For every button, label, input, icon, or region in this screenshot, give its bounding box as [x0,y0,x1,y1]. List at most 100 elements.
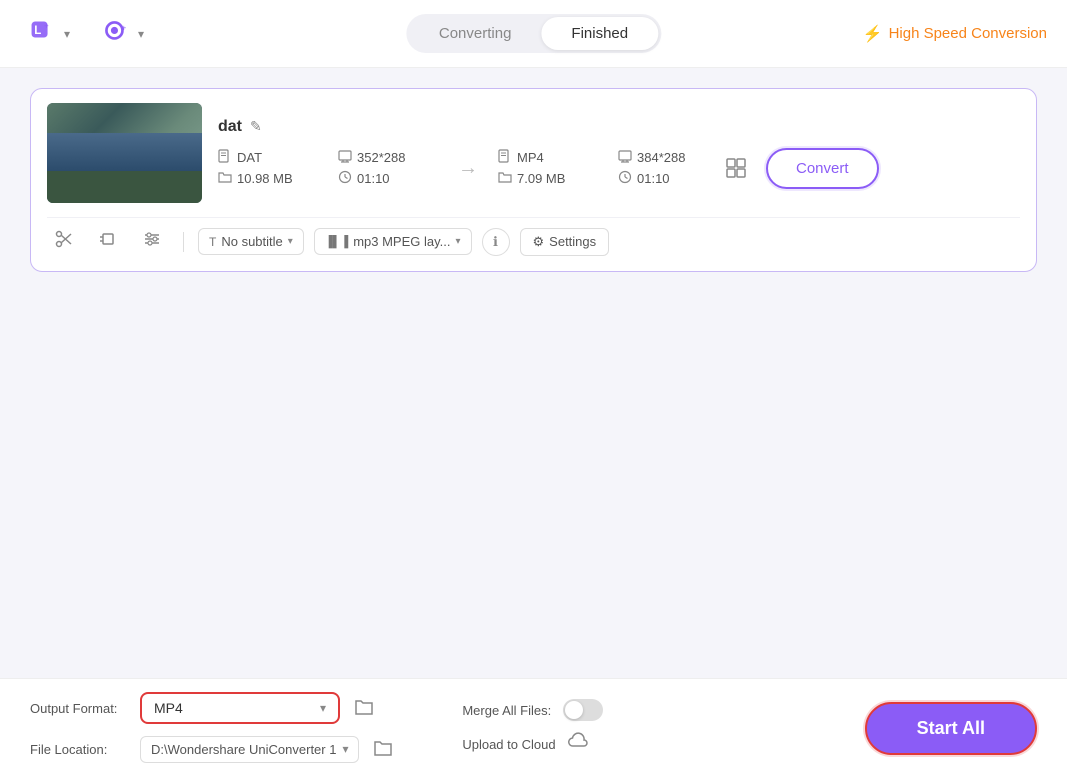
audio-chevron: ▾ [455,236,460,247]
target-resolution: 384*288 [637,150,685,165]
scissors-icon [55,230,73,248]
file-location-folder-button[interactable] [369,733,397,766]
format-chevron: ▾ [320,701,326,715]
logo2-icon: + [102,18,134,50]
output-format-label: Output Format: [30,701,130,716]
conversion-arrow: → [458,157,478,180]
target-meta: MP4 7.09 MB [498,149,618,187]
crop-icon [99,230,117,248]
tab-converting[interactable]: Converting [409,17,542,50]
file-name: dat [218,118,242,136]
subtitle-label: No subtitle [221,234,282,249]
merge-label: Merge All Files: [462,703,551,718]
start-all-button[interactable]: Start All [865,702,1037,755]
file-location-select[interactable]: D:\Wondershare UniConverter 1 ▾ [140,736,359,763]
file-card-bottom: T No subtitle ▾ ▐▌▐ mp3 MPEG lay... ▾ ℹ … [47,217,1020,257]
audio-icon: ▐▌▐ [325,236,348,248]
file-location-value: D:\Wondershare UniConverter 1 [151,742,336,757]
settings-label: Settings [549,234,596,249]
high-speed-label: High Speed Conversion [889,25,1047,42]
file-name-row: dat ✎ [218,118,1020,136]
bottom-left: Output Format: MP4 ▾ File Location: D:\W… [30,692,432,766]
logo2-button[interactable]: + ▾ [94,14,152,54]
file-info: dat ✎ DAT [218,118,1020,189]
target-duration: 01:10 [637,171,670,186]
target-resolution-icon [618,149,632,166]
target-duration-row: 01:10 [618,170,718,187]
target-size-row: 7.09 MB [498,170,618,187]
tab-finished[interactable]: Finished [541,17,658,50]
crop-button[interactable] [91,226,125,257]
source-format-row: DAT [218,149,338,166]
source-meta: DAT 10.98 MB [218,149,338,187]
bottom-bar: Output Format: MP4 ▾ File Location: D:\W… [0,678,1067,778]
target-folder-icon [498,170,512,187]
upload-cloud-button[interactable] [568,731,590,758]
settings-button[interactable]: ⚙ Settings [520,228,610,256]
svg-text:L: L [34,25,41,37]
source-duration: 01:10 [357,171,390,186]
settings-icon [725,157,747,179]
target-file-icon [498,149,512,166]
divider-1 [183,232,184,252]
cloud-row: Upload to Cloud [462,731,864,758]
logo1-icon: L + [28,18,60,50]
audio-select[interactable]: ▐▌▐ mp3 MPEG lay... ▾ [314,228,472,255]
header-left: L + ▾ + ▾ [20,14,152,54]
logo1-dropdown: ▾ [64,27,70,41]
subtitle-text-icon: T [209,235,216,249]
file-settings-icon-button[interactable] [718,150,754,186]
bottom-right: Start All [865,702,1037,755]
audio-label: mp3 MPEG lay... [353,234,450,249]
folder-icon [218,170,232,187]
bottom-middle: Merge All Files: Upload to Cloud [432,699,864,758]
high-speed-button[interactable]: ⚡ High Speed Conversion [863,24,1047,44]
svg-text:+: + [44,21,49,30]
target-clock-icon [618,170,632,187]
merge-toggle[interactable] [563,699,603,721]
logo1-button[interactable]: L + ▾ [20,14,78,54]
source-resolution: 352*288 [357,150,405,165]
file-thumbnail [47,103,202,203]
gear-icon: ⚙ [533,234,545,250]
source-resolution-row: 352*288 [338,149,438,166]
clock-icon [338,170,352,187]
upload-cloud-label: Upload to Cloud [462,737,555,752]
source-duration-row: 01:10 [338,170,438,187]
tab-switcher: Converting Finished [406,14,661,53]
logo2-dropdown: ▾ [138,27,144,41]
trim-button[interactable] [47,226,81,257]
target-format: MP4 [517,150,544,165]
target-meta-2: 384*288 01:10 [618,149,718,187]
output-format-folder-button[interactable] [350,692,378,725]
file-card-top: dat ✎ DAT [47,103,1020,203]
subtitle-select[interactable]: T No subtitle ▾ [198,228,304,255]
main-content: dat ✎ DAT [0,68,1067,678]
subtitle-chevron: ▾ [288,236,293,247]
source-meta-2: 352*288 01:10 [338,149,438,187]
file-location-row: File Location: D:\Wondershare UniConvert… [30,733,432,766]
effects-button[interactable] [135,226,169,257]
edit-icon[interactable]: ✎ [250,118,262,135]
effects-icon [143,230,161,248]
thumbnail-image [47,103,202,203]
source-size-row: 10.98 MB [218,170,338,187]
source-size: 10.98 MB [237,171,293,186]
location-folder-icon [373,737,393,757]
location-chevron: ▾ [342,742,348,756]
info-icon: ℹ [493,234,498,250]
convert-button[interactable]: Convert [766,148,879,189]
merge-row: Merge All Files: [462,699,864,721]
file-meta: DAT 10.98 MB [218,148,1020,189]
header: L + ▾ + ▾ Converting Finished ⚡ High Spe… [0,0,1067,68]
output-format-select[interactable]: MP4 ▾ [140,692,340,724]
file-type-icon [218,149,232,166]
source-format: DAT [237,150,262,165]
svg-text:+: + [122,23,127,32]
file-location-label: File Location: [30,742,130,757]
target-format-row: MP4 [498,149,618,166]
folder-icon [354,696,374,716]
info-button[interactable]: ℹ [482,228,510,256]
target-size: 7.09 MB [517,171,565,186]
target-resolution-row: 384*288 [618,149,718,166]
